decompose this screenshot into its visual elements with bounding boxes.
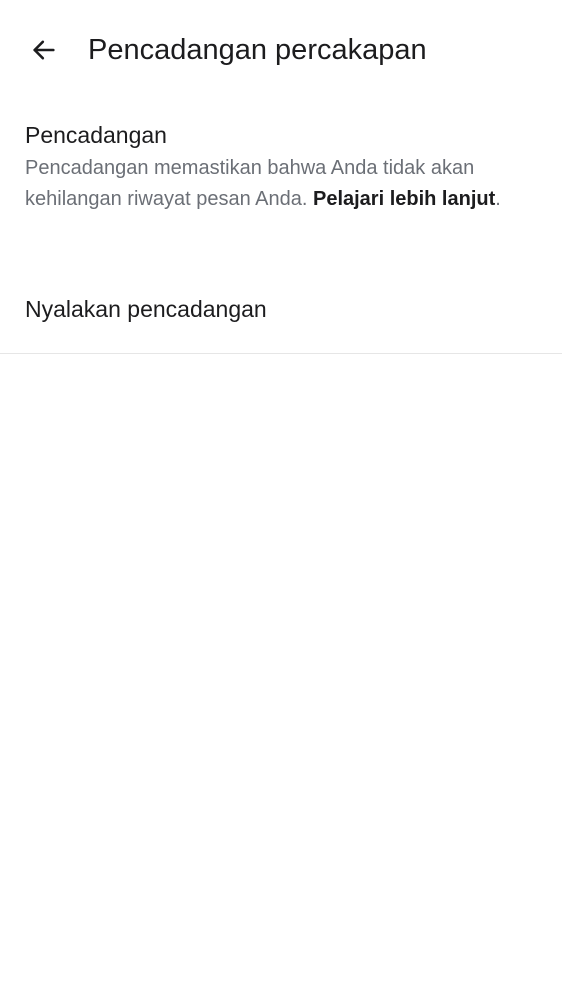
- app-bar: Pencadangan percakapan: [0, 0, 562, 100]
- arrow-left-icon: [30, 36, 58, 64]
- back-button[interactable]: [24, 30, 64, 70]
- section-description: Pencadangan memastikan bahwa Anda tidak …: [25, 153, 540, 215]
- section-title: Pencadangan: [25, 122, 167, 148]
- page-title: Pencadangan percakapan: [88, 34, 427, 66]
- backup-info-section: Pencadangan Pencadangan memastikan bahwa…: [25, 120, 540, 215]
- turn-on-backup-row[interactable]: Nyalakan pencadangan: [0, 270, 562, 354]
- learn-more-link[interactable]: Pelajari lebih lanjut: [313, 188, 495, 210]
- turn-on-backup-label: Nyalakan pencadangan: [25, 296, 267, 322]
- description-period: .: [495, 188, 501, 210]
